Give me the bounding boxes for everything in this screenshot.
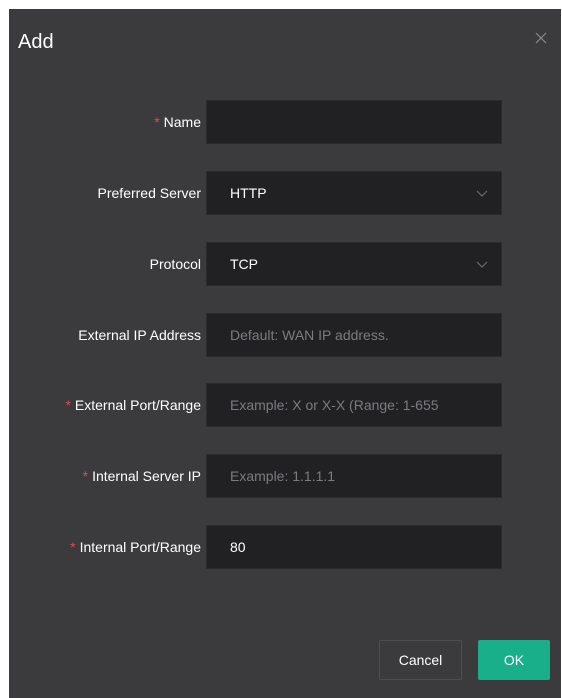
protocol-row: Protocol TCP [9,242,561,286]
dialog-title: Add [18,31,54,53]
internal-ip-input[interactable] [206,454,502,498]
protocol-select[interactable]: TCP [206,242,502,286]
internal-port-input[interactable] [206,525,502,569]
preferred-server-label: Preferred Server [97,185,201,201]
internal-port-row: * Internal Port/Range [9,525,561,569]
protocol-value: TCP [230,256,258,272]
required-marker: * [70,539,76,555]
protocol-label: Protocol [149,256,201,272]
required-marker: * [82,468,89,484]
name-label: * Name [154,114,201,130]
chevron-down-icon [475,186,489,200]
preferred-server-row: Preferred Server HTTP [9,171,561,215]
external-ip-row: External IP Address [9,313,561,357]
add-dialog: Add * Name Preferred Server HTTP Protoco… [9,9,561,698]
preferred-server-select[interactable]: HTTP [206,171,502,215]
external-port-input[interactable] [206,383,502,427]
external-ip-label: External IP Address [78,327,201,343]
external-ip-input[interactable] [206,313,502,357]
internal-port-label: * Internal Port/Range [70,539,201,555]
name-row: * Name [9,100,561,144]
external-port-row: * External Port/Range [9,383,561,427]
required-marker: * [154,114,160,130]
preferred-server-value: HTTP [230,185,267,201]
close-icon[interactable] [535,31,547,44]
chevron-down-icon [475,257,489,271]
internal-ip-row: * Internal Server IP [9,454,561,498]
cancel-button[interactable]: Cancel [379,640,462,680]
name-input[interactable] [206,100,502,144]
internal-ip-label: * Internal Server IP [82,468,201,484]
ok-button[interactable]: OK [478,640,550,680]
external-port-label: * External Port/Range [65,397,201,413]
required-marker: * [65,397,71,413]
